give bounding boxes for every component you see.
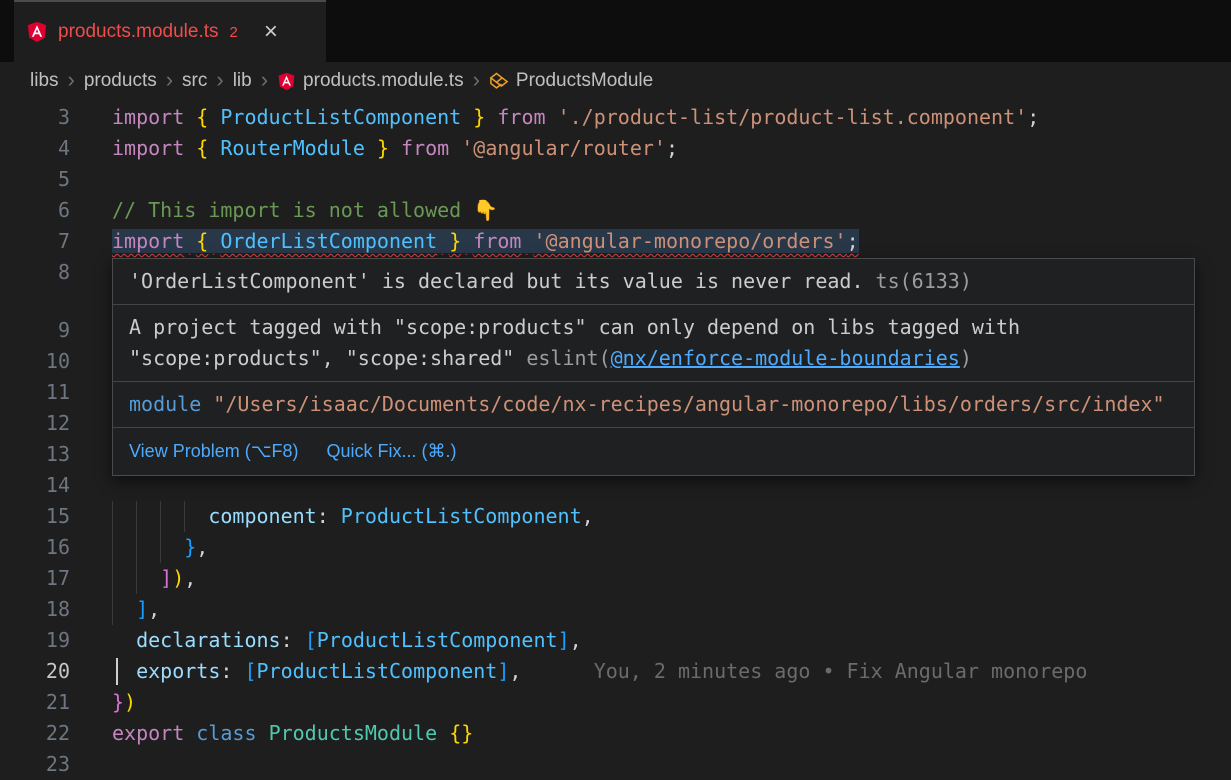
code-row: 15 component: ProductListComponent,	[0, 501, 1231, 532]
code-row: 21})	[0, 687, 1231, 718]
hover-ts-message: 'OrderListComponent' is declared but its…	[113, 259, 1194, 305]
ts-error-code: ts(6133)	[864, 269, 972, 293]
breadcrumb-item-src[interactable]: src	[182, 70, 207, 92]
code-line[interactable]: },	[112, 532, 1231, 563]
angular-icon	[277, 72, 296, 91]
code-row: 23	[0, 749, 1231, 780]
line-number[interactable]: 3	[0, 102, 70, 133]
line-number[interactable]: 18	[0, 594, 70, 625]
code-line[interactable]: ],	[112, 594, 1231, 625]
tab-bar: products.module.ts 2 ×	[0, 0, 1231, 62]
code-row: 5	[0, 164, 1231, 195]
text-cursor	[116, 658, 118, 685]
code-editor: 3 import { ProductListComponent } from '.…	[0, 100, 1231, 780]
breadcrumb-item-symbol[interactable]: ProductsModule	[489, 70, 653, 92]
code-row: 18 ],	[0, 594, 1231, 625]
code-line[interactable]: export class ProductsModule {}	[112, 718, 1231, 749]
code-row: 4 import { RouterModule } from '@angular/…	[0, 133, 1231, 164]
code-row: 22 export class ProductsModule {}	[0, 718, 1231, 749]
line-number[interactable]: 4	[0, 133, 70, 164]
code-line[interactable]: declarations: [ProductListComponent],	[112, 625, 1231, 656]
line-number[interactable]: 6	[0, 195, 70, 226]
indent-guide	[112, 563, 113, 594]
git-blame-annotation: You, 2 minutes ago • Fix Angular monorep…	[594, 659, 1088, 683]
chevron-right-icon: ›	[261, 69, 268, 91]
code-line[interactable]: import { ProductListComponent } from './…	[112, 102, 1231, 133]
line-number[interactable]: 11	[0, 377, 70, 408]
breadcrumb-item-products[interactable]: products	[84, 70, 157, 92]
chevron-right-icon: ›	[216, 69, 223, 91]
code-row: 17 ]),	[0, 563, 1231, 594]
error-squiggle-highlight: import { OrderListComponent } from '@ang…	[112, 229, 859, 253]
code-row: 6 // This import is not allowed 👇	[0, 195, 1231, 226]
code-row: 3 import { ProductListComponent } from '.…	[0, 102, 1231, 133]
indent-guide	[184, 501, 185, 532]
breadcrumb-item-lib[interactable]: lib	[233, 70, 252, 92]
code-line[interactable]: // This import is not allowed 👇	[112, 195, 1231, 226]
code-row: 20 exports: [ProductListComponent],You, …	[0, 656, 1231, 687]
code-line[interactable]: exports: [ProductListComponent],You, 2 m…	[112, 656, 1231, 687]
line-number[interactable]: 8	[0, 257, 70, 288]
line-number[interactable]: 21	[0, 687, 70, 718]
breadcrumb-item-libs[interactable]: libs	[30, 70, 59, 92]
indent-guide	[112, 532, 113, 563]
indent-guide	[112, 594, 113, 625]
chevron-right-icon: ›	[166, 69, 173, 91]
code-line[interactable]	[112, 164, 1231, 195]
indent-guide	[136, 501, 137, 532]
line-number[interactable]: 10	[0, 346, 70, 377]
code-line[interactable]: })	[112, 687, 1231, 718]
code-line[interactable]: import { OrderListComponent } from '@ang…	[112, 226, 1231, 257]
indent-guide	[160, 532, 161, 563]
line-number[interactable]: 9	[0, 315, 70, 346]
line-number[interactable]: 23	[0, 749, 70, 780]
hover-actions: View Problem (⌥F8) Quick Fix... (⌘.)	[113, 428, 1194, 475]
problems-badge: 2	[230, 24, 238, 41]
code-line[interactable]	[112, 749, 1231, 780]
line-number[interactable]: 22	[0, 718, 70, 749]
line-number[interactable]: 20	[0, 656, 70, 687]
view-problem-button[interactable]: View Problem (⌥F8)	[129, 436, 298, 467]
line-number[interactable]: 14	[0, 470, 70, 501]
code-line[interactable]: ]),	[112, 563, 1231, 594]
indent-guide	[112, 501, 113, 532]
indent-guide	[160, 501, 161, 532]
line-number[interactable]: 15	[0, 501, 70, 532]
module-path: "/Users/isaac/Documents/code/nx-recipes/…	[201, 392, 1164, 416]
line-number[interactable]: 17	[0, 563, 70, 594]
indent-guide	[136, 532, 137, 563]
code-row: 7 import { OrderListComponent } from '@an…	[0, 226, 1231, 257]
line-number[interactable]: 5	[0, 164, 70, 195]
code-line[interactable]: import { RouterModule } from '@angular/r…	[112, 133, 1231, 164]
code-row: 19 declarations: [ProductListComponent],	[0, 625, 1231, 656]
tab-label: products.module.ts	[58, 21, 219, 43]
indent-guide	[136, 563, 137, 594]
breadcrumb-item-file[interactable]: products.module.ts	[277, 70, 464, 92]
chevron-right-icon: ›	[473, 69, 480, 91]
line-number[interactable]: 7	[0, 226, 70, 257]
line-number[interactable]: 16	[0, 532, 70, 563]
tab-products-module[interactable]: products.module.ts 2 ×	[14, 0, 326, 62]
error-hover-popup: 'OrderListComponent' is declared but its…	[112, 258, 1195, 476]
breadcrumb: libs › products › src › lib › products.m…	[0, 62, 1231, 100]
quick-fix-button[interactable]: Quick Fix... (⌘.)	[326, 436, 456, 467]
line-number[interactable]: 12	[0, 408, 70, 439]
code-row: 16 },	[0, 532, 1231, 563]
hover-eslint-message: A project tagged with "scope:products" c…	[113, 305, 1194, 382]
line-number[interactable]: 13	[0, 439, 70, 470]
close-icon[interactable]: ×	[264, 20, 278, 44]
code-line[interactable]: component: ProductListComponent,	[112, 501, 1231, 532]
angular-icon	[26, 21, 48, 43]
eslint-rule-link[interactable]: @nx/enforce-module-boundaries	[611, 346, 960, 370]
line-number[interactable]: 19	[0, 625, 70, 656]
hover-module-info: module "/Users/isaac/Documents/code/nx-r…	[113, 382, 1194, 428]
class-symbol-icon	[489, 71, 509, 91]
chevron-right-icon: ›	[68, 69, 75, 91]
